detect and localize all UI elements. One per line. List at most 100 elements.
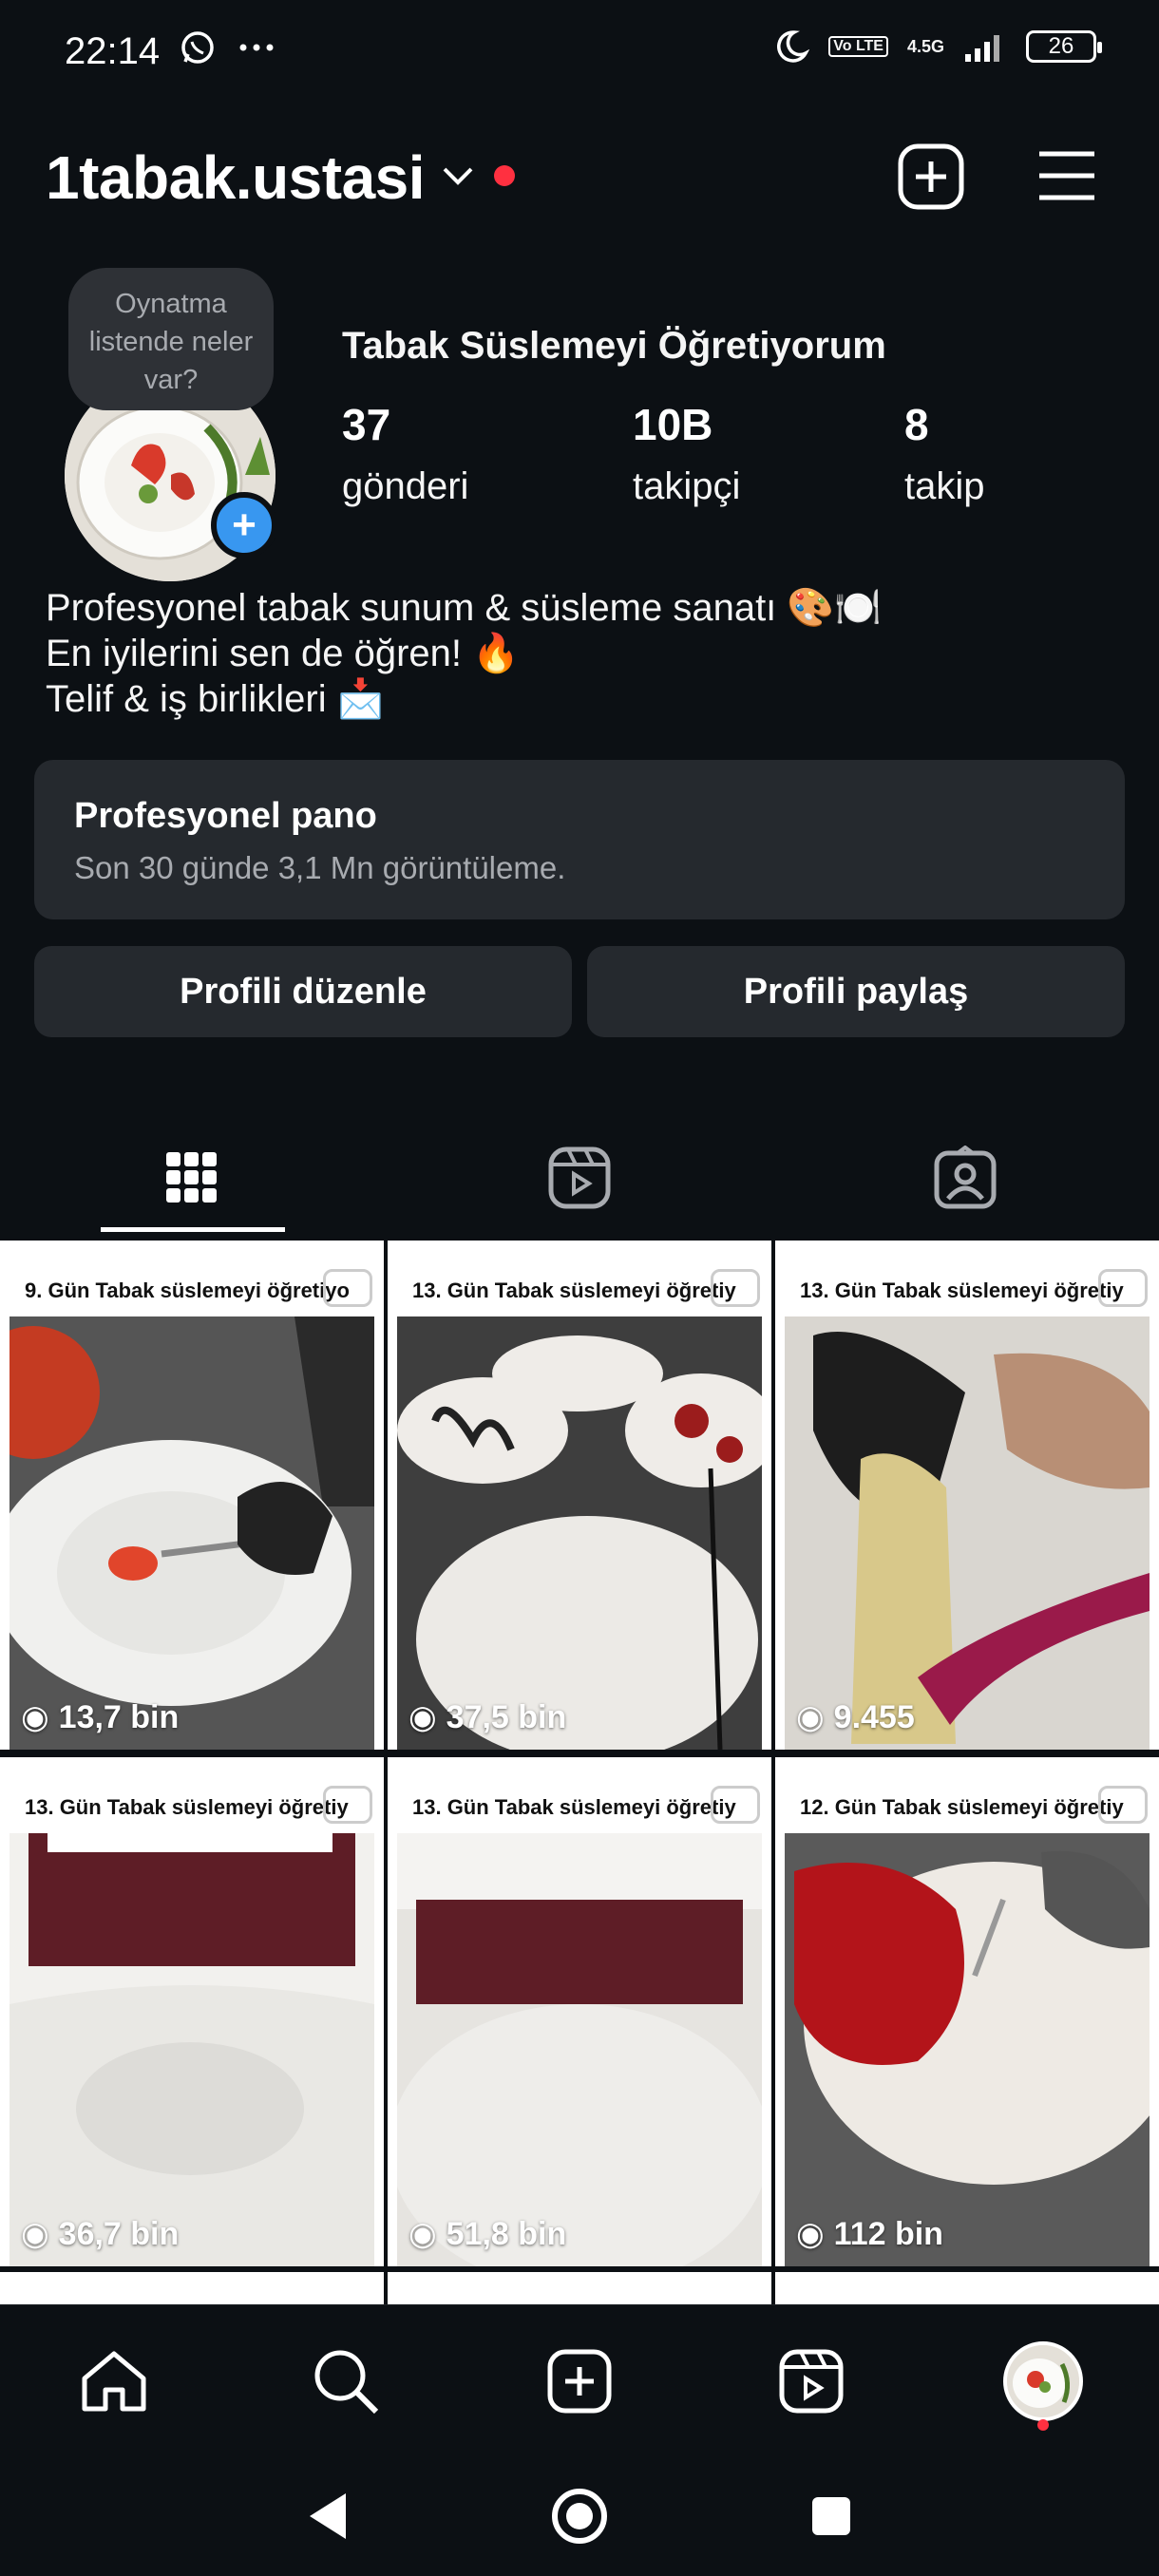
volte-badge: Vo LTE: [828, 36, 888, 57]
view-count-text: 36,7 bin: [58, 2215, 180, 2252]
post-thumbnail: [785, 1316, 1150, 1750]
status-bar: 22:14 Vo LTE 4.5G 26: [0, 0, 1159, 104]
post-thumbnail: [10, 1316, 374, 1750]
post-caption: 9. Gün Tabak süslemeyi öğretiyo: [25, 1279, 350, 1302]
view-count-text: 37,5 bin: [446, 1698, 567, 1735]
bio-line: En iyilerini sen de öğren! 🔥: [46, 633, 520, 674]
system-navigation: [0, 2447, 1159, 2576]
profile-bio: Profesyonel tabak sunum & süsleme sanatı…: [46, 585, 882, 722]
tagged-icon: [934, 1146, 997, 1209]
post-thumbnail: [397, 1316, 762, 1750]
eye-icon: ◉: [796, 2216, 825, 2252]
recents-button[interactable]: [798, 2483, 864, 2549]
stat-value: 10B: [633, 400, 713, 449]
stat-value: 8: [904, 400, 929, 449]
professional-dashboard[interactable]: Profesyonel pano Son 30 günde 3,1 Mn gör…: [34, 760, 1125, 919]
reel-corner-icon: [711, 1786, 760, 1824]
view-count: ◉ 9.455: [796, 1698, 915, 1736]
dashboard-subtitle: Son 30 günde 3,1 Mn görüntüleme.: [74, 850, 566, 885]
eye-icon: ◉: [21, 2216, 49, 2252]
nav-home[interactable]: [66, 2334, 162, 2429]
dashboard-title: Profesyonel pano: [74, 796, 377, 836]
post-tile[interactable]: 13. Gün Tabak süslemeyi öğretiy ◉ 36,7 bi…: [0, 1757, 384, 2266]
network-type: 4.5G: [906, 36, 944, 56]
edit-profile-button[interactable]: Profili düzenle: [34, 946, 572, 1037]
view-count: ◉ 51,8 bin: [408, 2215, 566, 2253]
post-thumbnail: [397, 1833, 762, 2266]
profile-tabs: [0, 1121, 1159, 1235]
eye-icon: ◉: [408, 2216, 437, 2252]
eye-icon: ◉: [408, 1699, 437, 1735]
eye-icon: ◉: [21, 1699, 49, 1735]
reel-corner-icon: [1098, 1269, 1148, 1307]
stat-value: 37: [342, 400, 391, 449]
reel-corner-icon: [323, 1786, 372, 1824]
reels-icon: [779, 2349, 844, 2414]
view-count-text: 112 bin: [833, 2215, 943, 2252]
bottom-navigation: [0, 2304, 1159, 2447]
view-count-text: 13,7 bin: [58, 1698, 180, 1735]
status-time: 22:14: [65, 30, 161, 72]
post-tile[interactable]: 12. Gün Tabak süslemeyi öğretiy ◉ 112 bin: [775, 1757, 1159, 2266]
more-dots-icon: [239, 44, 274, 51]
share-profile-button[interactable]: Profili paylaş: [587, 946, 1125, 1037]
tab-reels[interactable]: [484, 1130, 674, 1225]
stat-posts[interactable]: 37 gönderi: [342, 399, 633, 508]
post-tile[interactable]: 9. Gün Tabak süslemeyi öğretiyo ◉ 13,7 bi…: [0, 1241, 384, 1750]
menu-icon[interactable]: [1036, 148, 1098, 203]
notification-dot: [494, 165, 515, 186]
username-switcher[interactable]: 1tabak.ustasi: [46, 142, 426, 213]
post-tile[interactable]: 13. Gün Tabak süslemeyi öğretiy ◉ 37,5 bi…: [388, 1241, 771, 1750]
posts-grid: 9. Gün Tabak süslemeyi öğretiyo ◉ 13,7 bi…: [0, 1241, 1159, 2304]
create-post-icon[interactable]: [897, 142, 965, 211]
nav-reels[interactable]: [764, 2334, 859, 2429]
profile-notification-dot: [1037, 2419, 1049, 2431]
note-bubble[interactable]: Oynatma listende neler var?: [68, 268, 274, 410]
eye-icon: ◉: [796, 1699, 825, 1735]
chevron-down-icon[interactable]: [439, 161, 477, 190]
home-system-button[interactable]: [546, 2483, 613, 2549]
profile-stats: 37 gönderi 10B takipçi 8 takip: [342, 399, 1159, 508]
view-count: ◉ 36,7 bin: [21, 2215, 179, 2253]
moon-icon: [777, 30, 810, 63]
post-caption: 13. Gün Tabak süslemeyi öğretiy: [800, 1279, 1124, 1302]
stat-label: gönderi: [342, 465, 469, 507]
reel-corner-icon: [323, 1269, 372, 1307]
recents-square-icon: [812, 2497, 850, 2535]
status-right: Vo LTE 4.5G 26: [773, 28, 1102, 65]
status-left-icons: [179, 28, 276, 66]
stat-following[interactable]: 8 takip: [904, 399, 1159, 508]
bio-line: Profesyonel tabak sunum & süsleme sanatı…: [46, 587, 883, 629]
battery-level: 26: [1048, 33, 1074, 59]
view-count-text: 9.455: [833, 1698, 915, 1735]
tab-posts-grid[interactable]: [97, 1130, 287, 1225]
post-caption: 12. Gün Tabak süslemeyi öğretiy: [800, 1795, 1124, 1819]
nav-profile[interactable]: [996, 2334, 1091, 2429]
bio-line: Telif & iş birlikleri 📩: [46, 678, 385, 720]
view-count-text: 51,8 bin: [446, 2215, 567, 2252]
nav-search[interactable]: [298, 2334, 393, 2429]
post-tile[interactable]: 13. Gün Tabak süslemeyi öğretiy ◉ 51,8 bi…: [388, 1757, 771, 2266]
view-count: ◉ 37,5 bin: [408, 1698, 566, 1736]
back-triangle-icon: [310, 2493, 346, 2539]
reel-corner-icon: [711, 1269, 760, 1307]
post-caption: 13. Gün Tabak süslemeyi öğretiy: [412, 1279, 736, 1302]
stat-label: takipçi: [633, 465, 741, 507]
display-name: Tabak Süslemeyi Öğretiyorum: [342, 325, 886, 367]
add-story-button[interactable]: +: [211, 492, 277, 559]
tab-indicator: [101, 1227, 285, 1232]
grid-icon: [166, 1152, 217, 1203]
back-button[interactable]: [294, 2483, 361, 2549]
home-circle-icon: [552, 2489, 607, 2544]
tab-tagged[interactable]: [870, 1130, 1060, 1225]
post-caption: 13. Gün Tabak süslemeyi öğretiy: [412, 1795, 736, 1819]
stat-followers[interactable]: 10B takipçi: [633, 399, 904, 508]
whatsapp-icon: [181, 31, 214, 64]
nav-create[interactable]: [532, 2334, 627, 2429]
post-tile[interactable]: 13. Gün Tabak süslemeyi öğretiy ◉ 9.455: [775, 1241, 1159, 1750]
signal-icon: [965, 35, 999, 62]
view-count: ◉ 112 bin: [796, 2215, 943, 2253]
post-thumbnail: [785, 1833, 1150, 2266]
view-count: ◉ 13,7 bin: [21, 1698, 179, 1736]
battery-indicator: 26: [1026, 30, 1102, 63]
